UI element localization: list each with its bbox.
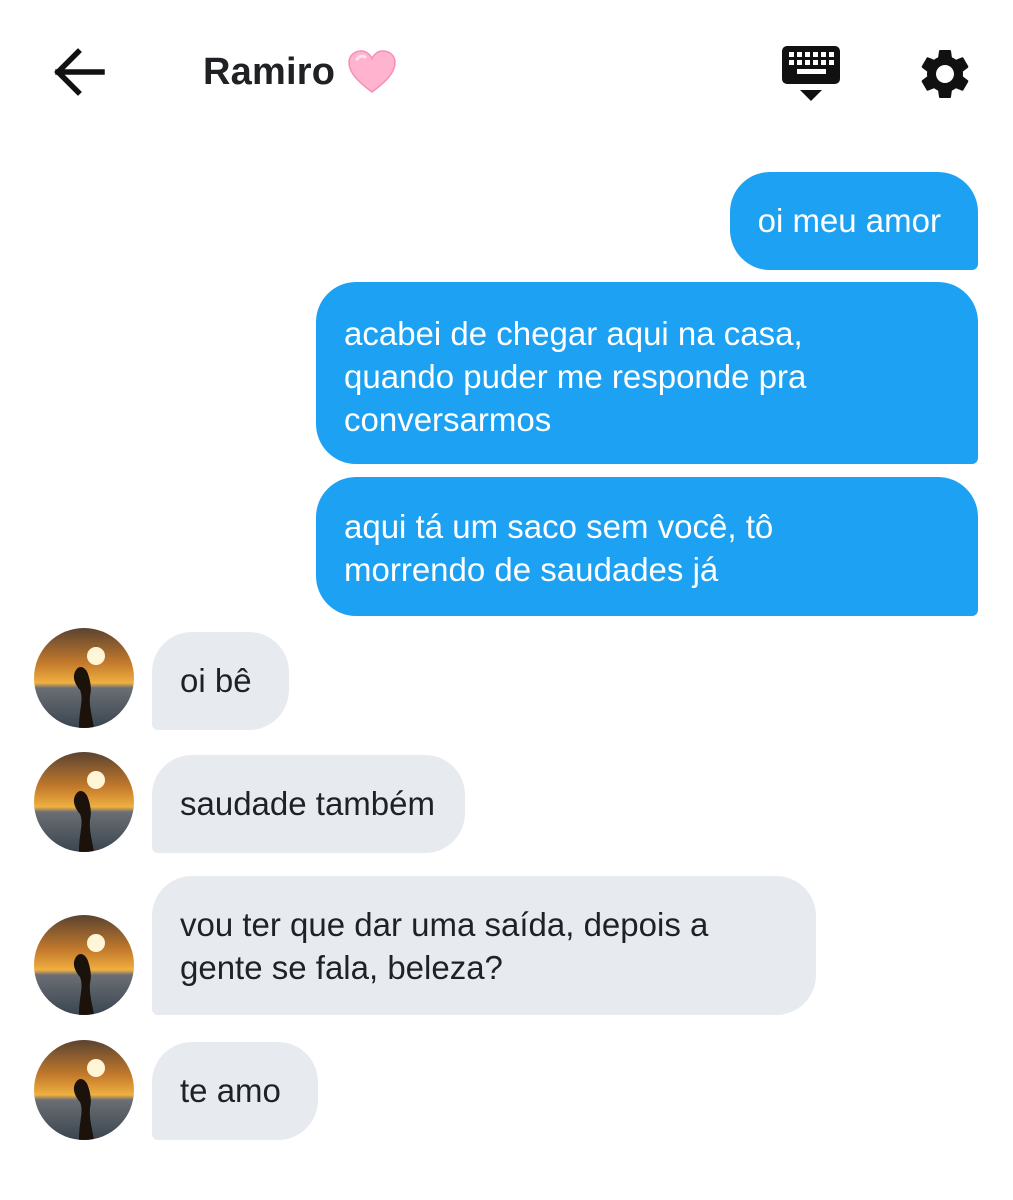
chat-screen: Ramiro oi meu amor acabei de chegar aqui… xyxy=(0,0,1013,1200)
incoming-message[interactable]: te amo xyxy=(152,1042,318,1140)
contact-avatar[interactable] xyxy=(34,915,134,1015)
sunset-profile-photo xyxy=(34,628,134,728)
outgoing-message[interactable]: acabei de chegar aqui na casa, quando pu… xyxy=(316,282,978,464)
arrow-left-icon xyxy=(54,48,105,96)
back-button[interactable] xyxy=(50,44,110,100)
outgoing-message[interactable]: aqui tá um saco sem você, tô morrendo de… xyxy=(316,477,978,616)
message-line: conversarmos xyxy=(344,401,552,438)
message-line: quando puder me responde pra xyxy=(344,358,807,395)
contact-name: Ramiro xyxy=(203,50,336,93)
gear-icon xyxy=(921,49,969,98)
chat-title: Ramiro xyxy=(203,46,397,98)
message-line: aqui tá um saco sem você, tô xyxy=(344,508,774,545)
sunset-profile-photo xyxy=(34,1040,134,1140)
incoming-message[interactable]: vou ter que dar uma saída, depois a gent… xyxy=(152,876,816,1015)
sunset-profile-photo xyxy=(34,915,134,1015)
keyboard-hide-icon xyxy=(782,46,840,101)
message-line: vou ter que dar uma saída, depois a xyxy=(180,906,709,943)
chat-header: Ramiro xyxy=(0,0,1013,145)
message-line: saudade também xyxy=(180,785,435,822)
message-line: te amo xyxy=(180,1072,281,1109)
incoming-message[interactable]: saudade também xyxy=(152,755,465,853)
incoming-message[interactable]: oi bê xyxy=(152,632,289,730)
message-line: oi meu amor xyxy=(757,202,941,239)
message-line: acabei de chegar aqui na casa, xyxy=(344,315,803,352)
contact-avatar[interactable] xyxy=(34,1040,134,1140)
contact-avatar[interactable] xyxy=(34,628,134,728)
sunset-profile-photo xyxy=(34,752,134,852)
message-line: gente se fala, beleza? xyxy=(180,949,503,986)
contact-avatar[interactable] xyxy=(34,752,134,852)
keyboard-toggle-button[interactable] xyxy=(780,44,842,104)
settings-button[interactable] xyxy=(915,44,975,104)
pink-heart-icon xyxy=(348,50,396,93)
message-line: morrendo de saudades já xyxy=(344,551,719,588)
outgoing-message[interactable]: oi meu amor xyxy=(729,172,978,270)
message-line: oi bê xyxy=(180,662,252,699)
